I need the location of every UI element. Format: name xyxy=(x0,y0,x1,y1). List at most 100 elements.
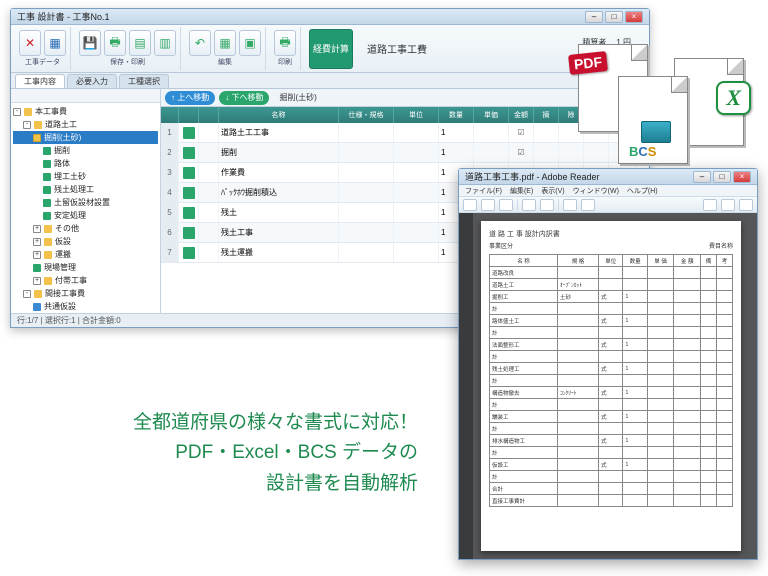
row-flag[interactable] xyxy=(179,243,199,262)
row-flag[interactable] xyxy=(179,223,199,242)
row-flag[interactable] xyxy=(179,183,199,202)
promo-text: 全都道府県の様々な書式に対応！ PDF・Excel・BCS データの 設計書を自… xyxy=(38,408,418,499)
win1-titlebar[interactable]: 工事 設計書 - 工事No.1 – □ × xyxy=(11,9,649,25)
move-up-button[interactable]: ↑ 上へ移動 xyxy=(165,91,215,105)
tb-print-icon[interactable] xyxy=(481,199,495,211)
cut-button[interactable]: ▣ xyxy=(239,30,261,56)
cell-check[interactable]: ☑ xyxy=(509,143,534,162)
row-flag[interactable] xyxy=(179,163,199,182)
export-button[interactable]: ▥ xyxy=(154,30,176,56)
pv-table-row: 計 xyxy=(490,327,733,339)
tree-item-label: その他 xyxy=(55,223,79,234)
menu-item[interactable]: 表示(V) xyxy=(541,186,564,196)
folder-icon xyxy=(34,121,42,129)
expand-icon[interactable]: + xyxy=(33,277,41,285)
tree-item[interactable]: -間接工事費 xyxy=(13,287,158,300)
tree-item[interactable]: 現場管理 xyxy=(13,261,158,274)
tree-item[interactable]: + その他 xyxy=(13,222,158,235)
tree-item-label: 残土処理工 xyxy=(54,184,94,195)
tree-item[interactable]: 掘削(土砂) xyxy=(13,131,158,144)
tree-item[interactable]: -本工事費 xyxy=(13,105,158,118)
column-header[interactable] xyxy=(199,107,219,123)
row-flag[interactable] xyxy=(179,203,199,222)
open-file-button[interactable]: ▦ xyxy=(44,30,66,56)
tree-item[interactable]: +付帯工事 xyxy=(13,274,158,287)
column-header[interactable] xyxy=(179,107,199,123)
doc-g-icon xyxy=(43,199,51,207)
tree-item[interactable]: 掘削 xyxy=(13,144,158,157)
maximize-button[interactable]: □ xyxy=(605,11,623,23)
page-fold-icon xyxy=(671,77,687,93)
tb-tools-icon[interactable] xyxy=(703,199,717,211)
pv-table-row: 合計 xyxy=(490,483,733,495)
menu-item[interactable]: ウィンドウ(W) xyxy=(573,186,619,196)
tree-item[interactable]: +運搬 xyxy=(13,248,158,261)
tab-2[interactable]: 工種選択 xyxy=(119,74,169,88)
preview-gutter xyxy=(459,213,473,559)
expand-icon[interactable]: + xyxy=(33,225,41,233)
minimize-button[interactable]: – xyxy=(585,11,603,23)
tree-item[interactable]: -道路土工 xyxy=(13,118,158,131)
doc-g-icon xyxy=(43,212,51,220)
expand-icon[interactable]: + xyxy=(33,251,41,259)
move-down-button[interactable]: ↓ 下へ移動 xyxy=(219,91,269,105)
tb-prev-page-icon[interactable] xyxy=(522,199,536,211)
calc-button[interactable]: 経費計算 xyxy=(309,29,353,69)
tb-zoom-in-icon[interactable] xyxy=(581,199,595,211)
preview-area[interactable]: 道 路 工 事 設計内訳書 事業区分 費目名称 名 称規 格単位数量単 価金 額… xyxy=(459,213,757,559)
pv-column-header: 単 価 xyxy=(647,255,674,267)
column-header[interactable]: 数量 xyxy=(439,107,474,123)
pv-column-header: 金 額 xyxy=(674,255,701,267)
menu-item[interactable]: 編集(E) xyxy=(510,186,533,196)
tree-item-label: 安定処理 xyxy=(54,210,86,221)
tb-zoom-out-icon[interactable] xyxy=(563,199,577,211)
expand-icon[interactable]: - xyxy=(13,108,21,116)
maximize-button[interactable]: □ xyxy=(713,171,731,183)
tree-item[interactable]: 路体 xyxy=(13,157,158,170)
expand-icon[interactable]: + xyxy=(33,238,41,246)
tb-mail-icon[interactable] xyxy=(499,199,513,211)
doc-g-icon xyxy=(43,173,51,181)
column-header[interactable]: 仕様・規格 xyxy=(339,107,394,123)
tab-0[interactable]: 工事内容 xyxy=(15,74,65,88)
print-button[interactable]: 🖶 xyxy=(104,30,126,56)
win2-titlebar[interactable]: 道路工事工事.pdf - Adobe Reader – □ × xyxy=(459,169,757,185)
tree-item[interactable]: 残土処理工 xyxy=(13,183,158,196)
close-button[interactable]: × xyxy=(733,171,751,183)
column-header[interactable] xyxy=(161,107,179,123)
tb-comment-icon[interactable] xyxy=(739,199,753,211)
close-file-button[interactable]: ✕ xyxy=(19,30,41,56)
bcs-doc-icon: BCS xyxy=(618,76,688,164)
tab-1[interactable]: 必要入力 xyxy=(67,74,117,88)
redo-button[interactable]: ▦ xyxy=(214,30,236,56)
menu-item[interactable]: ファイル(F) xyxy=(465,186,502,196)
column-header[interactable]: 名称 xyxy=(219,107,339,123)
expand-icon[interactable]: - xyxy=(23,121,31,129)
tb-save-icon[interactable] xyxy=(463,199,477,211)
column-header[interactable]: 摘 xyxy=(534,107,559,123)
cell-check[interactable]: ☑ xyxy=(509,123,534,142)
row-number: 4 xyxy=(161,183,179,202)
tree-item[interactable]: 共通仮設 xyxy=(13,300,158,313)
column-header[interactable]: 金額 xyxy=(509,107,534,123)
tree-item[interactable]: +仮設 xyxy=(13,235,158,248)
row-flag[interactable] xyxy=(179,123,199,142)
print2-button[interactable]: 🖶 xyxy=(274,30,296,56)
minimize-button[interactable]: – xyxy=(693,171,711,183)
tb-sign-icon[interactable] xyxy=(721,199,735,211)
tree-item[interactable]: 安定処理 xyxy=(13,209,158,222)
preview-button[interactable]: ▤ xyxy=(129,30,151,56)
column-header[interactable]: 単価 xyxy=(474,107,509,123)
tree-item[interactable]: 土留仮設材設置 xyxy=(13,196,158,209)
column-header[interactable]: 単位 xyxy=(394,107,439,123)
cell-name: 残土運搬 xyxy=(219,243,339,262)
save-button[interactable]: 💾 xyxy=(79,30,101,56)
tree-pane[interactable]: -本工事費-道路土工掘削(土砂)掘削路体埋工土砂残土処理工土留仮設材設置安定処理… xyxy=(11,89,161,313)
close-button[interactable]: × xyxy=(625,11,643,23)
tb-next-page-icon[interactable] xyxy=(540,199,554,211)
menu-item[interactable]: ヘルプ(H) xyxy=(627,186,658,196)
undo-button[interactable]: ↶ xyxy=(189,30,211,56)
tree-item[interactable]: 埋工土砂 xyxy=(13,170,158,183)
expand-icon[interactable]: - xyxy=(23,290,31,298)
row-flag[interactable] xyxy=(179,143,199,162)
